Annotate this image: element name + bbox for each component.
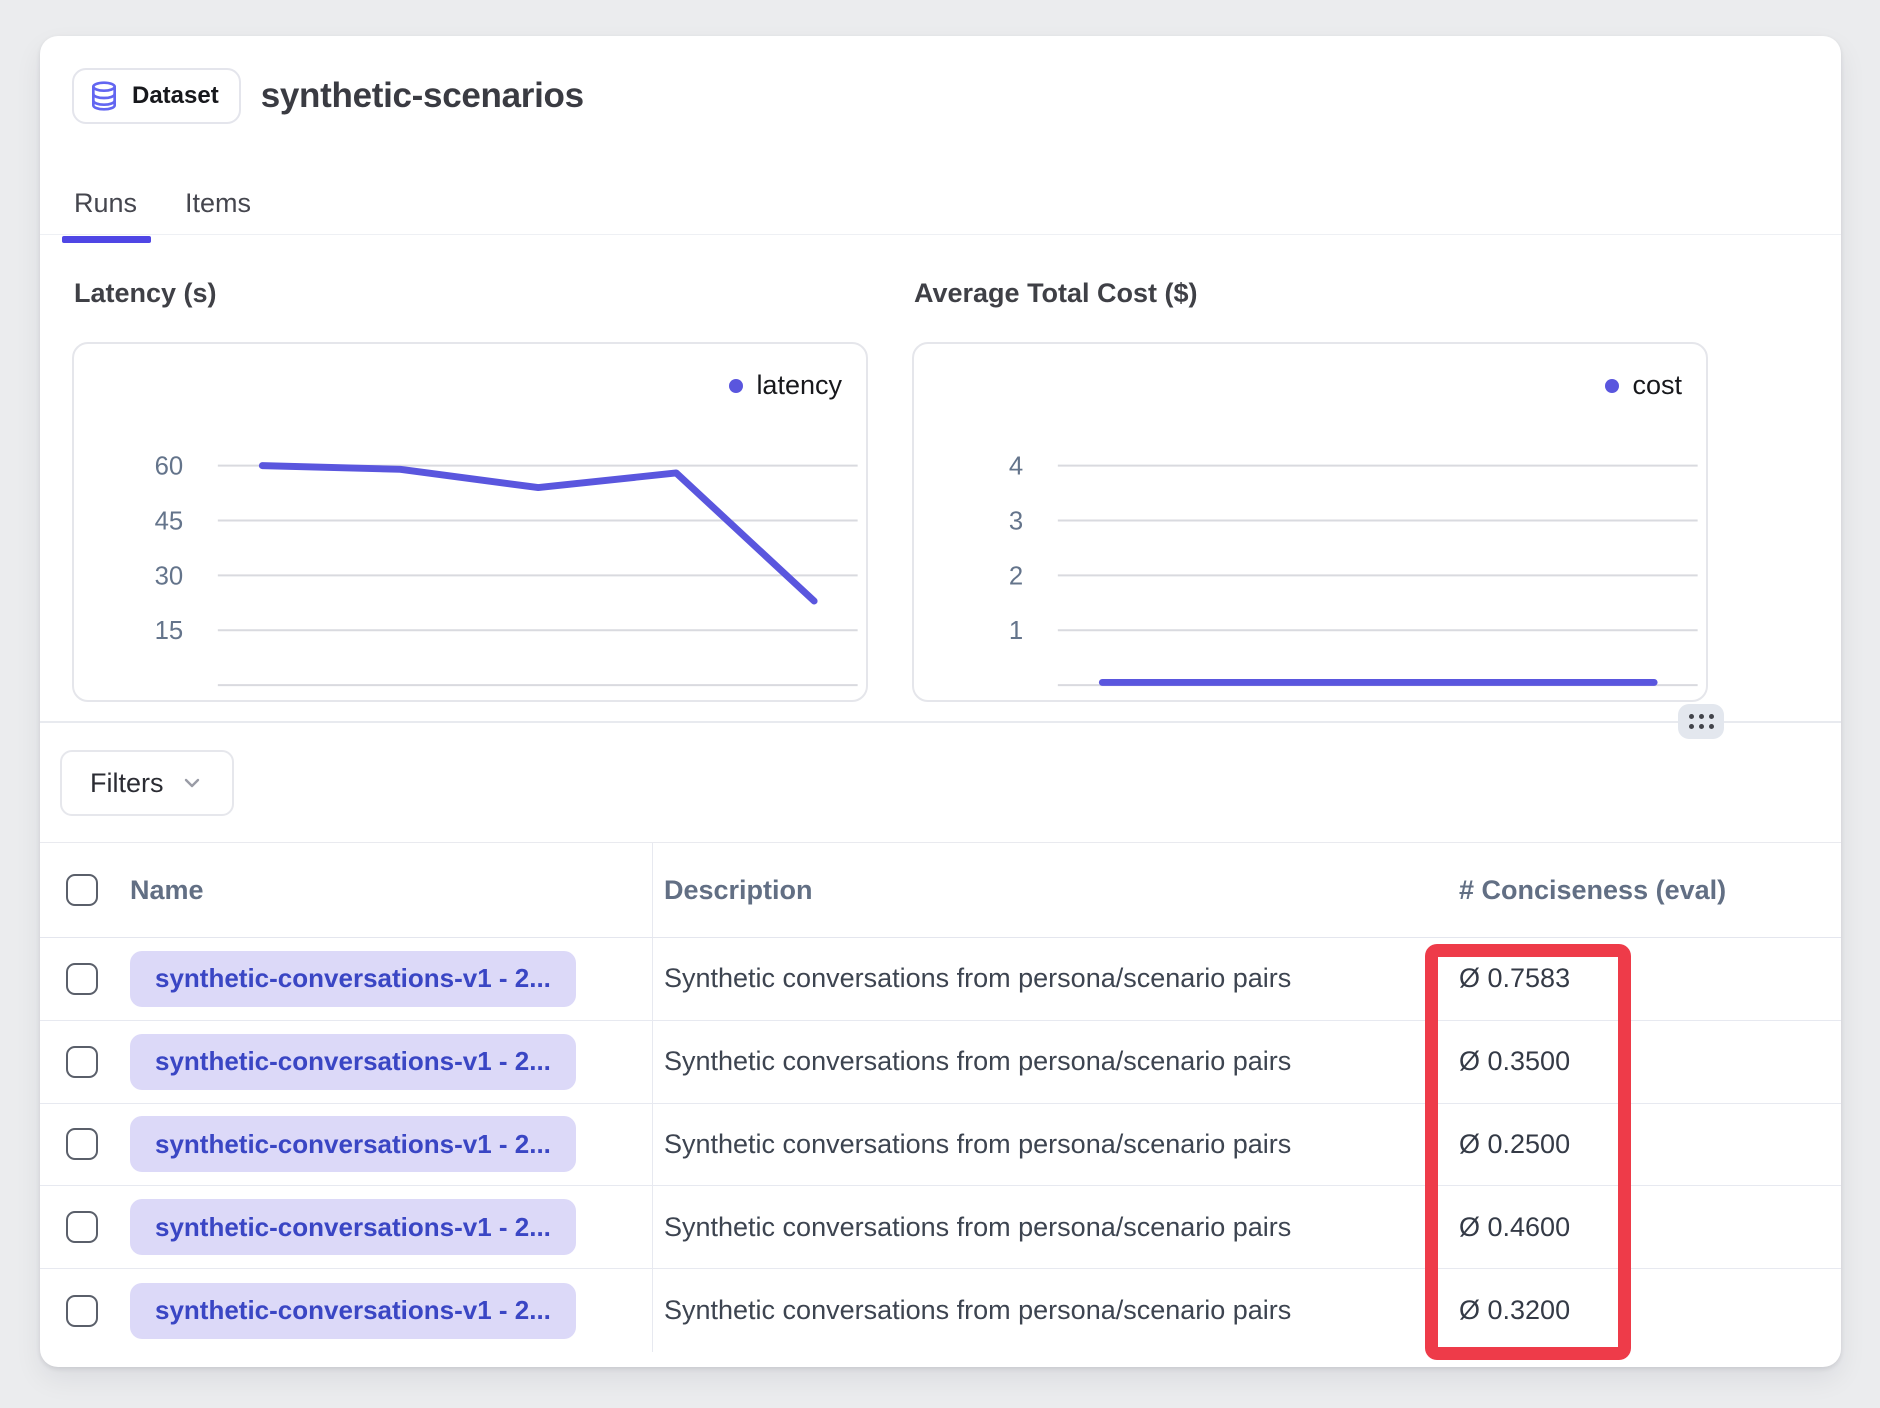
cost-chart: 4 3 2 1 cost bbox=[912, 342, 1708, 702]
svg-text:3: 3 bbox=[1009, 507, 1023, 535]
run-name-link[interactable]: synthetic-conversations-v1 - 2... bbox=[130, 1283, 576, 1339]
svg-text:15: 15 bbox=[155, 617, 184, 645]
latency-chart: 60 45 30 15 latency bbox=[72, 342, 868, 702]
conciseness-value: Ø 0.2500 bbox=[1459, 1129, 1841, 1160]
run-name-link[interactable]: synthetic-conversations-v1 - 2... bbox=[130, 1199, 576, 1255]
dataset-page-card: Dataset synthetic-scenarios Runs Items L… bbox=[40, 36, 1841, 1367]
svg-text:4: 4 bbox=[1009, 453, 1023, 481]
cost-chart-title: Average Total Cost ($) bbox=[914, 278, 1198, 309]
svg-text:60: 60 bbox=[155, 453, 184, 481]
charts-section-divider bbox=[40, 721, 1841, 723]
svg-text:30: 30 bbox=[155, 562, 184, 590]
database-icon bbox=[88, 80, 120, 112]
conciseness-value: Ø 0.4600 bbox=[1459, 1212, 1841, 1243]
legend-label: cost bbox=[1632, 370, 1682, 401]
dataset-badge: Dataset bbox=[72, 68, 241, 124]
column-header-conciseness: # Conciseness (eval) bbox=[1459, 875, 1841, 906]
page-header: Dataset synthetic-scenarios bbox=[72, 68, 584, 124]
run-name-link[interactable]: synthetic-conversations-v1 - 2... bbox=[130, 1034, 576, 1090]
svg-text:2: 2 bbox=[1009, 562, 1023, 590]
table-row: synthetic-conversations-v1 - 2... Synthet… bbox=[40, 1021, 1841, 1104]
conciseness-value: Ø 0.7583 bbox=[1459, 963, 1841, 994]
conciseness-value: Ø 0.3200 bbox=[1459, 1295, 1841, 1326]
latency-chart-title: Latency (s) bbox=[74, 278, 217, 309]
row-checkbox[interactable] bbox=[66, 1295, 98, 1327]
cost-chart-legend: cost bbox=[1605, 370, 1682, 401]
run-name-link[interactable]: synthetic-conversations-v1 - 2... bbox=[130, 1116, 576, 1172]
page-title: synthetic-scenarios bbox=[261, 76, 584, 116]
legend-dot-icon bbox=[1605, 379, 1619, 393]
run-name-link[interactable]: synthetic-conversations-v1 - 2... bbox=[130, 951, 576, 1007]
run-description: Synthetic conversations from persona/sce… bbox=[653, 1295, 1459, 1326]
column-header-name: Name bbox=[112, 843, 653, 937]
grip-dots-icon bbox=[1689, 714, 1714, 729]
runs-table: Name Description # Conciseness (eval) sy… bbox=[40, 842, 1841, 1367]
run-description: Synthetic conversations from persona/sce… bbox=[653, 1129, 1459, 1160]
conciseness-value: Ø 0.3500 bbox=[1459, 1046, 1841, 1077]
filters-button[interactable]: Filters bbox=[60, 750, 234, 816]
table-body: synthetic-conversations-v1 - 2... Synthet… bbox=[40, 938, 1841, 1352]
table-row: synthetic-conversations-v1 - 2... Synthet… bbox=[40, 938, 1841, 1021]
row-checkbox[interactable] bbox=[66, 1046, 98, 1078]
select-all-checkbox[interactable] bbox=[66, 874, 98, 906]
table-row: synthetic-conversations-v1 - 2... Synthet… bbox=[40, 1104, 1841, 1187]
column-header-description: Description bbox=[653, 875, 1459, 906]
chevron-down-icon bbox=[180, 771, 204, 795]
run-description: Synthetic conversations from persona/sce… bbox=[653, 1212, 1459, 1243]
table-row: synthetic-conversations-v1 - 2... Synthet… bbox=[40, 1186, 1841, 1269]
svg-text:1: 1 bbox=[1009, 617, 1023, 645]
svg-text:45: 45 bbox=[155, 507, 184, 535]
dataset-badge-label: Dataset bbox=[132, 82, 219, 110]
run-description: Synthetic conversations from persona/sce… bbox=[653, 963, 1459, 994]
row-checkbox[interactable] bbox=[66, 1211, 98, 1243]
legend-dot-icon bbox=[729, 379, 743, 393]
table-row: synthetic-conversations-v1 - 2... Synthet… bbox=[40, 1269, 1841, 1352]
tab-bar-divider bbox=[40, 234, 1841, 235]
row-checkbox[interactable] bbox=[66, 1128, 98, 1160]
run-description: Synthetic conversations from persona/sce… bbox=[653, 1046, 1459, 1077]
table-header-row: Name Description # Conciseness (eval) bbox=[40, 842, 1841, 938]
latency-chart-legend: latency bbox=[729, 370, 842, 401]
drag-handle[interactable] bbox=[1678, 704, 1724, 739]
row-checkbox[interactable] bbox=[66, 963, 98, 995]
legend-label: latency bbox=[756, 370, 842, 401]
filters-button-label: Filters bbox=[90, 768, 164, 799]
